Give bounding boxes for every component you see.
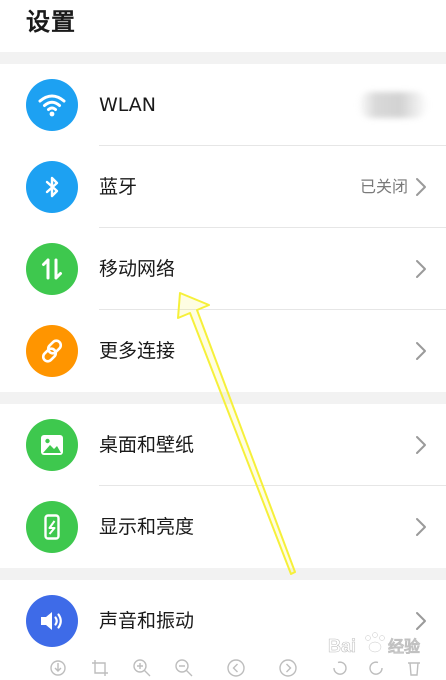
- settings-item-wlan[interactable]: WLAN: [0, 64, 446, 146]
- chevron-right-icon: [416, 342, 426, 360]
- wlan-network-name-blurred: [358, 92, 428, 118]
- settings-item-mobile-network[interactable]: 移动网络: [0, 228, 446, 310]
- settings-item-label: 蓝牙: [99, 176, 138, 198]
- chevron-right-icon: [416, 518, 426, 536]
- page-title: 设置: [26, 8, 76, 36]
- settings-item-label: 桌面和壁纸: [99, 434, 195, 456]
- mobile-data-icon: [26, 243, 78, 295]
- phone-brightness-icon: [26, 501, 78, 553]
- bluetooth-icon: [26, 161, 78, 213]
- link-icon: [26, 325, 78, 377]
- zoom-out-icon[interactable]: [174, 658, 194, 678]
- zoom-in-icon[interactable]: [132, 658, 152, 678]
- settings-item-label: WLAN: [99, 94, 157, 116]
- previous-icon[interactable]: [226, 658, 246, 678]
- chevron-right-icon: [416, 436, 426, 454]
- image-icon: [26, 419, 78, 471]
- settings-item-display-brightness[interactable]: 显示和亮度: [0, 486, 446, 568]
- download-icon[interactable]: [48, 658, 68, 678]
- baidu-jingyan-watermark-logo: Bai 经验: [328, 632, 421, 656]
- wifi-icon: [26, 79, 78, 131]
- crop-icon[interactable]: [90, 658, 110, 678]
- status-text: 已关闭: [359, 177, 408, 196]
- settings-item-more-connections[interactable]: 更多连接: [0, 310, 446, 392]
- chevron-right-icon: [416, 178, 426, 196]
- settings-item-label: 更多连接: [99, 340, 176, 362]
- settings-item-label: 声音和振动: [99, 610, 195, 632]
- header: 设置: [0, 0, 446, 52]
- speaker-icon: [26, 595, 78, 647]
- settings-group-display: 桌面和壁纸 显示和亮度: [0, 404, 446, 568]
- svg-text:经验: 经验: [388, 637, 421, 656]
- settings-item-label: 显示和亮度: [99, 516, 195, 538]
- settings-group-connectivity: WLAN 蓝牙 已关闭 移动网络 更多连接: [0, 64, 446, 392]
- settings-item-bluetooth[interactable]: 蓝牙 已关闭: [0, 146, 446, 228]
- next-icon[interactable]: [278, 658, 298, 678]
- settings-item-label: 移动网络: [99, 258, 176, 280]
- svg-text:Bai: Bai: [328, 636, 356, 656]
- settings-item-desktop-wallpaper[interactable]: 桌面和壁纸: [0, 404, 446, 486]
- chevron-right-icon: [416, 260, 426, 278]
